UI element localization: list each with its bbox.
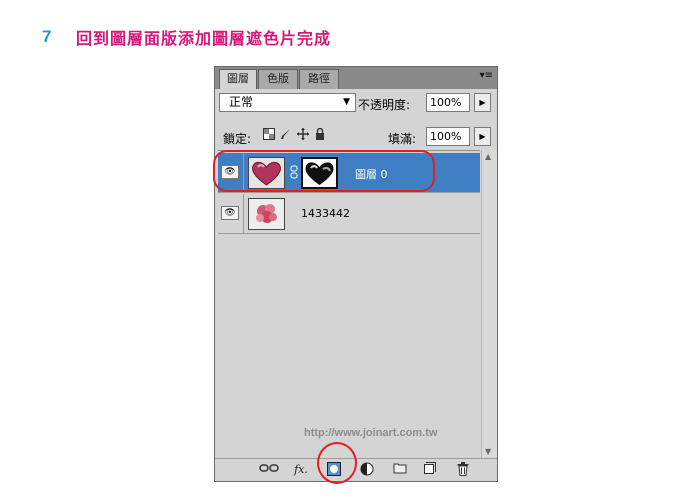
opacity-arrow-button[interactable]: ▶	[474, 93, 491, 112]
panel-menu-icon[interactable]: ▾≡	[480, 70, 493, 81]
adjustment-layer-icon[interactable]	[358, 462, 376, 478]
fill-arrow-button[interactable]: ▶	[474, 127, 491, 146]
step-title: 回到圖層面版添加圖層遮色片完成	[76, 29, 332, 48]
new-layer-icon[interactable]	[422, 462, 438, 478]
opacity-label: 不透明度:	[358, 98, 411, 112]
scroll-down-icon[interactable]: ▼	[485, 447, 491, 456]
fx-icon[interactable]: fx.	[291, 462, 311, 478]
tab-channels[interactable]: 色版	[258, 69, 298, 89]
watermark: http://www.joinart.com.tw	[304, 427, 438, 439]
dropdown-arrow-icon: ▼	[343, 97, 350, 107]
highlight-mask-button-callout	[317, 442, 357, 484]
tab-layers[interactable]: 圖層	[219, 69, 257, 89]
highlight-layer-callout	[213, 150, 435, 192]
blend-mode-select[interactable]: 正常 ▼	[219, 93, 356, 112]
lock-all-icon[interactable]	[314, 127, 326, 140]
lock-transparent-icon[interactable]	[263, 128, 275, 140]
lock-move-icon[interactable]	[297, 128, 309, 140]
layer-scrollbar[interactable]: ▲ ▼	[481, 150, 497, 458]
eye-separator	[243, 194, 244, 234]
layers-panel: 圖層 色版 路徑 ▾≡ 正常 ▼ 不透明度: 100% ▶ 鎖定: 填滿: 10…	[214, 66, 498, 482]
link-layers-icon[interactable]	[259, 462, 279, 478]
layer-row-1[interactable]: 👁 1433442	[218, 194, 480, 234]
scroll-up-icon[interactable]: ▲	[485, 152, 491, 161]
panel-tabs: 圖層 色版 路徑 ▾≡	[215, 67, 497, 89]
layer-name-1: 1433442	[301, 207, 350, 220]
step-number: 7	[42, 27, 52, 46]
lock-icons	[263, 127, 326, 140]
eye-icon[interactable]: 👁	[221, 206, 239, 220]
new-group-icon[interactable]	[392, 462, 408, 478]
tab-paths[interactable]: 路徑	[299, 69, 339, 89]
lock-label: 鎖定:	[223, 132, 252, 146]
opacity-field[interactable]: 100%	[426, 93, 470, 112]
lock-brush-icon[interactable]	[280, 128, 292, 140]
step-header: 7 回到圖層面版添加圖層遮色片完成	[42, 26, 331, 48]
fill-label: 填滿:	[388, 132, 417, 146]
layer-list: 👁 圖層 0 👁 1433442	[218, 150, 480, 459]
blend-mode-value: 正常	[229, 95, 254, 109]
trash-icon[interactable]	[455, 462, 471, 478]
layer-thumbnail-roses	[248, 198, 285, 230]
fill-field[interactable]: 100%	[426, 127, 470, 146]
